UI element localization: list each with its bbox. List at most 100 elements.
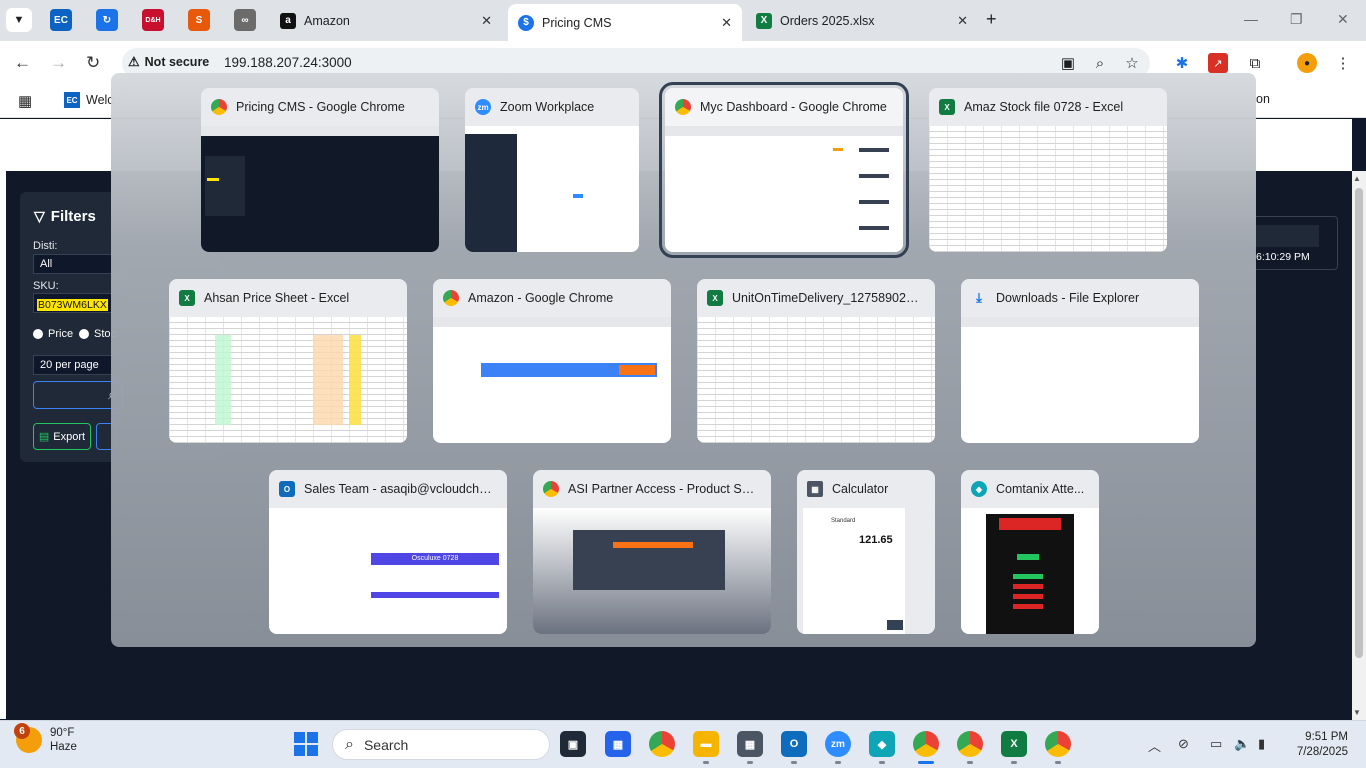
pinned-tab-s[interactable]: S <box>188 9 210 31</box>
window-close-button[interactable]: ✕ <box>1337 11 1349 28</box>
taskbar-search[interactable]: ⌕ Search <box>332 729 550 760</box>
window-title: Zoom Workplace <box>500 100 595 114</box>
filter-icon: ▽ <box>34 208 45 224</box>
outlook-icon: O <box>279 481 295 497</box>
profile-avatar[interactable]: ● <box>1297 53 1317 73</box>
display-icon[interactable]: ▭ <box>1210 736 1222 752</box>
task-view-icon[interactable]: ▣ <box>560 731 586 757</box>
filters-heading: ▽ Filters <box>34 208 96 225</box>
start-button[interactable] <box>294 732 318 756</box>
extension-icon[interactable]: ✱ <box>1172 53 1192 73</box>
back-button[interactable]: ← <box>14 53 31 73</box>
apps-grid-icon[interactable]: ▦ <box>18 92 32 110</box>
bookmark-welcome[interactable]: EC Welc <box>64 92 114 108</box>
comtanix-taskbar-icon[interactable]: ◆ <box>869 731 895 757</box>
last-updated-time: 6:10:29 PM <box>1256 251 1310 263</box>
page-info-icon[interactable]: ▣ <box>1058 53 1078 73</box>
pinned-tab-sync[interactable]: ↻ <box>96 9 118 31</box>
sync-icon: ↻ <box>102 14 112 26</box>
pinned-tab-dh[interactable]: D&H <box>142 9 164 31</box>
ec-icon: EC <box>54 14 68 26</box>
switcher-window-asi-partner[interactable]: ASI Partner Access - Product Sear... <box>533 470 771 634</box>
pinned-tab-binoculars[interactable]: ∞ <box>234 9 256 31</box>
calculator-taskbar-icon[interactable]: ▦ <box>737 731 763 757</box>
tab-orders[interactable]: X Orders 2025.xlsx ✕ <box>746 4 978 37</box>
window-title: Downloads - File Explorer <box>996 291 1140 305</box>
zoom-icon: zm <box>475 99 491 115</box>
file-explorer-icon[interactable]: ▬ <box>693 731 719 757</box>
running-indicator <box>791 761 797 764</box>
switcher-window-ahsan-price-sheet[interactable]: X Ahsan Price Sheet - Excel <box>169 279 407 443</box>
sku-value: B073WM6LKX <box>37 299 108 311</box>
sun-icon: 6 <box>14 723 42 753</box>
switcher-window-myc-dashboard[interactable]: Myc Dashboard - Google Chrome <box>659 82 909 258</box>
tab-pricing-cms[interactable]: $ Pricing CMS ✕ <box>508 4 742 41</box>
menu-icon[interactable]: ⋮ <box>1333 53 1353 73</box>
s-icon: S <box>195 14 203 26</box>
excel-taskbar-icon[interactable]: X <box>1001 731 1027 757</box>
puzzle-icon[interactable]: ⧉ <box>1245 53 1265 73</box>
close-icon[interactable]: ✕ <box>721 15 732 31</box>
outlook-taskbar-icon[interactable]: O <box>781 731 807 757</box>
chrome-profile3-taskbar-icon[interactable] <box>1045 731 1071 757</box>
forward-button[interactable]: → <box>50 53 67 73</box>
tab-search-button[interactable]: ▼ <box>6 8 32 32</box>
window-thumbnail: Standard 121.65 <box>803 508 905 634</box>
network-off-icon[interactable]: ⊘ <box>1178 736 1189 752</box>
pdf-extension-icon[interactable]: ↗ <box>1208 53 1228 73</box>
switcher-window-pricing-cms[interactable]: Pricing CMS - Google Chrome <box>201 88 439 252</box>
calculator-mode: Standard <box>831 518 856 524</box>
zoom-icon[interactable]: ⌕ <box>1090 53 1110 73</box>
scroll-up-icon[interactable]: ▲ <box>1353 174 1361 183</box>
search-button[interactable]: ⌕ <box>33 381 123 409</box>
restore-button[interactable]: ❐ <box>1290 11 1303 28</box>
chrome-taskbar-icon[interactable] <box>649 731 675 757</box>
per-page-select[interactable]: 20 per page <box>33 355 123 375</box>
chrome-icon <box>443 290 459 306</box>
switcher-window-zoom[interactable]: zm Zoom Workplace <box>465 88 639 252</box>
window-title: Calculator <box>832 482 889 496</box>
window-title: Ahsan Price Sheet - Excel <box>204 291 350 305</box>
radio-price[interactable]: Price <box>33 328 73 340</box>
switcher-window-downloads[interactable]: ⤓ Downloads - File Explorer <box>961 279 1199 443</box>
zoom-taskbar-icon[interactable]: zm <box>825 731 851 757</box>
bookmark-truncated[interactable]: on <box>1256 92 1270 106</box>
warning-icon: ⚠ <box>128 54 140 69</box>
export-button[interactable]: ▤ Export <box>33 423 91 450</box>
switcher-window-unit-on-time[interactable]: X UnitOnTimeDelivery_1275890202... <box>697 279 935 443</box>
chrome-profile2-taskbar-icon[interactable] <box>957 731 983 757</box>
window-title: Amazon - Google Chrome <box>468 291 614 305</box>
battery-icon[interactable]: ▮ <box>1258 736 1265 752</box>
tab-amazon[interactable]: a Amazon ✕ <box>270 4 502 37</box>
switcher-window-amazon[interactable]: Amazon - Google Chrome <box>433 279 671 443</box>
minimize-button[interactable]: — <box>1244 11 1258 27</box>
switcher-window-comtanix[interactable]: ◆ Comtanix Atte... <box>961 470 1099 634</box>
close-icon[interactable]: ✕ <box>481 13 492 29</box>
pinned-tab-ec[interactable]: EC <box>50 9 72 31</box>
window-thumbnail: Osculuxe 0728 <box>269 508 507 634</box>
calculator-display: 121.65 <box>859 534 893 546</box>
volume-icon[interactable]: 🔈 <box>1234 736 1250 752</box>
dollar-icon: $ <box>518 14 534 31</box>
scroll-thumb[interactable] <box>1355 188 1363 658</box>
sku-input[interactable]: B073WM6LKX <box>33 293 123 313</box>
chrome-profile-taskbar-icon[interactable] <box>913 731 939 757</box>
store-icon[interactable]: ▦ <box>605 731 631 757</box>
switcher-window-amaz-stock[interactable]: X Amaz Stock file 0728 - Excel <box>929 88 1167 252</box>
excel-icon: X <box>179 290 195 306</box>
system-clock[interactable]: 9:51 PM 7/28/2025 <box>1286 730 1348 760</box>
url-text[interactable]: 199.188.207.24:3000 <box>224 55 352 70</box>
tab-title: Pricing CMS <box>542 15 612 30</box>
star-icon[interactable]: ☆ <box>1122 53 1142 73</box>
download-icon: ⤓ <box>976 290 982 305</box>
close-icon[interactable]: ✕ <box>957 13 968 29</box>
new-tab-button[interactable]: + <box>986 9 997 30</box>
switcher-window-sales-team[interactable]: O Sales Team - asaqib@vcloudchoic... Oscu… <box>269 470 507 634</box>
reload-button[interactable]: ↻ <box>86 53 100 73</box>
weather-widget[interactable]: 6 90°F Haze <box>14 723 77 754</box>
security-indicator[interactable]: ⚠ Not secure <box>128 54 209 70</box>
disti-select[interactable]: All <box>33 254 123 274</box>
chevron-up-icon[interactable]: ︿ <box>1148 736 1161 755</box>
switcher-window-calculator[interactable]: ▦ Calculator Standard 121.65 <box>797 470 935 634</box>
scroll-down-icon[interactable]: ▼ <box>1353 708 1361 717</box>
